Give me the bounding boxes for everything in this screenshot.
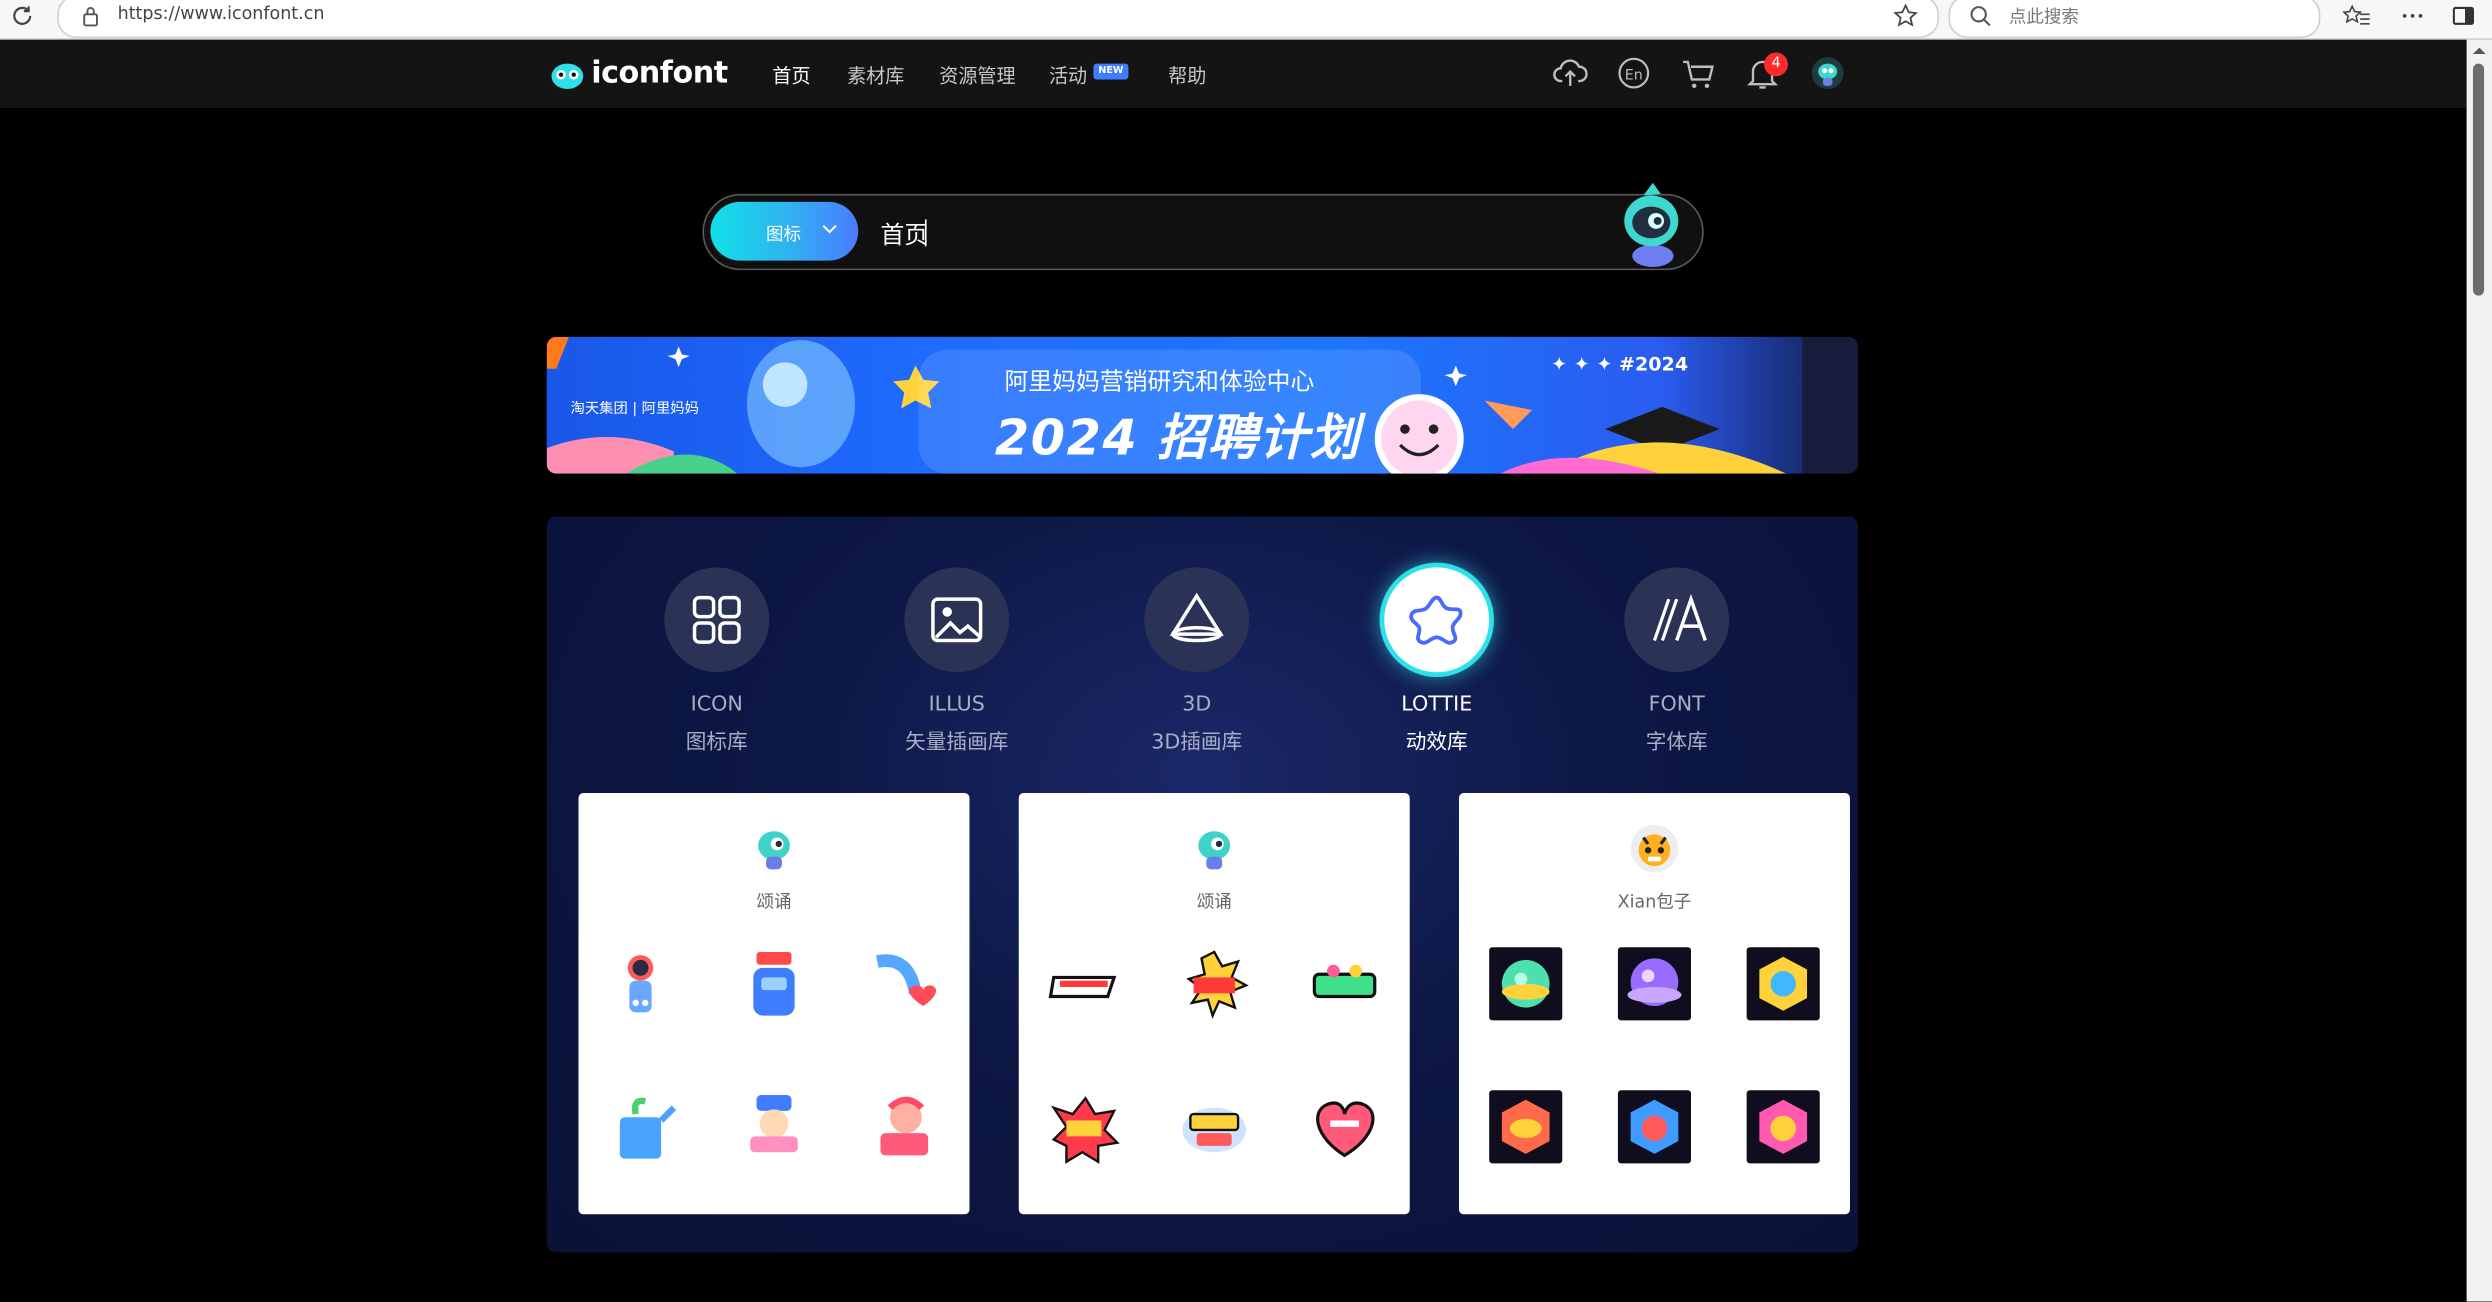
category-cn-label: 3D插画库: [1151, 731, 1243, 755]
cone-icon: [1169, 592, 1224, 643]
lottie-thumb[interactable]: [737, 949, 810, 1022]
banner-brand: 淘天集团 | 阿里妈妈: [570, 402, 699, 418]
browser-search-box[interactable]: [1948, 0, 2321, 39]
banner-headline: 阿里妈妈营销研究和体验中心: [1004, 367, 1315, 396]
favorites-list-icon[interactable]: [2342, 3, 2372, 28]
lottie-collection-card[interactable]: 颂诵: [578, 793, 970, 1215]
category-icon-circle: [1384, 567, 1490, 673]
lottie-thumb[interactable]: [737, 1092, 810, 1165]
chevron-down-icon: [822, 224, 837, 234]
image-icon: [931, 597, 983, 643]
category-icon-circle: [664, 567, 770, 673]
lottie-thumb[interactable]: [1617, 947, 1692, 1021]
lottie-thumb[interactable]: [1047, 1092, 1120, 1165]
banner-tag-text: #2024: [1619, 352, 1689, 376]
nav-item-materials[interactable]: 素材库: [847, 62, 904, 89]
more-menu-icon[interactable]: [2400, 3, 2425, 28]
lottie-thumb[interactable]: [1489, 1090, 1563, 1164]
banner-tag: ✦ ✦ ✦ #2024: [1551, 352, 1689, 376]
category-cn-label: 图标库: [685, 731, 748, 755]
category-en-label: 3D: [1182, 692, 1212, 717]
reload-icon[interactable]: [10, 3, 35, 28]
upload-cloud-icon[interactable]: [1553, 56, 1588, 91]
lottie-collection-card[interactable]: 颂诵: [1018, 793, 1410, 1215]
category-cn-label: 动效库: [1405, 731, 1468, 755]
lottie-thumb[interactable]: [607, 1092, 680, 1165]
lottie-thumb[interactable]: [1047, 949, 1120, 1022]
cart-icon[interactable]: [1680, 56, 1718, 91]
lock-icon: [83, 7, 98, 27]
favorite-star-icon[interactable]: [1893, 3, 1918, 28]
lottie-collection-card[interactable]: Xian包子: [1458, 793, 1850, 1215]
card-author-name: 颂诵: [756, 891, 792, 913]
lottie-thumb[interactable]: [1746, 947, 1820, 1021]
sidebar-toggle-icon[interactable]: [2451, 3, 2476, 28]
lottie-thumb[interactable]: [1308, 1092, 1381, 1165]
category-cn-label: 矢量插画库: [905, 731, 1009, 755]
search-type-label: 图标: [766, 224, 802, 245]
search-icon: [1970, 6, 1991, 27]
author-avatar[interactable]: [1630, 824, 1679, 873]
category-en-label: FONT: [1648, 692, 1705, 717]
nav-item-resources[interactable]: 资源管理: [939, 62, 1015, 89]
lottie-thumb[interactable]: [1178, 1092, 1251, 1165]
category-cn-label: 字体库: [1645, 731, 1708, 755]
url-text: https://www.iconfont.cn: [117, 3, 325, 24]
category-en-label: ICON: [690, 692, 743, 717]
nav-item-activities[interactable]: 活动: [1049, 62, 1087, 89]
new-badge: NEW: [1093, 63, 1129, 80]
card-author-name: 颂诵: [1196, 891, 1232, 913]
language-icon-label: En: [1625, 67, 1643, 83]
nav-item-help[interactable]: 帮助: [1168, 62, 1206, 89]
lottie-thumb[interactable]: [1489, 947, 1563, 1021]
banner-title: 2024 招聘计划: [994, 410, 1361, 468]
grid-icon: [692, 595, 741, 644]
nav-item-home[interactable]: 首页: [772, 62, 810, 89]
lottie-thumb[interactable]: [1308, 949, 1381, 1022]
lottie-thumb[interactable]: [1746, 1090, 1820, 1164]
search-input[interactable]: [880, 216, 1580, 252]
card-author-name: Xian包子: [1617, 891, 1692, 913]
scrollbar-thumb[interactable]: [2472, 63, 2485, 296]
text-caret: [924, 219, 927, 247]
browser-search-placeholder: 点此搜索: [2008, 6, 2079, 28]
category-en-label: LOTTIE: [1401, 692, 1473, 717]
notification-count-badge: 4: [1764, 52, 1788, 77]
lottie-thumb[interactable]: [607, 949, 680, 1022]
author-avatar[interactable]: [750, 825, 798, 873]
user-avatar[interactable]: [1810, 56, 1845, 91]
site-header: [0, 39, 2467, 109]
author-avatar[interactable]: [1190, 825, 1238, 873]
category-icon-circle: [904, 567, 1010, 673]
lottie-thumb[interactable]: [868, 949, 941, 1022]
logo-text[interactable]: iconfont: [591, 56, 728, 91]
lottie-thumb[interactable]: [1178, 949, 1251, 1022]
address-bar[interactable]: [57, 0, 1939, 39]
scroll-up-arrow-icon[interactable]: [2471, 45, 2487, 58]
star-blob-icon: [1409, 595, 1463, 645]
category-en-label: ILLUS: [928, 692, 985, 717]
lottie-thumb[interactable]: [868, 1092, 941, 1165]
language-icon[interactable]: En: [1616, 56, 1651, 91]
mascot-icon: [1624, 182, 1679, 268]
category-icon-circle: [1144, 567, 1250, 673]
page-root: https://www.iconfont.cn 点此搜索 iconfont 首页…: [0, 0, 2492, 1302]
iconfont-logo-icon[interactable]: [548, 54, 586, 92]
lottie-thumb[interactable]: [1617, 1090, 1692, 1164]
category-icon-circle: [1624, 567, 1730, 673]
font-a-icon: [1652, 593, 1707, 642]
